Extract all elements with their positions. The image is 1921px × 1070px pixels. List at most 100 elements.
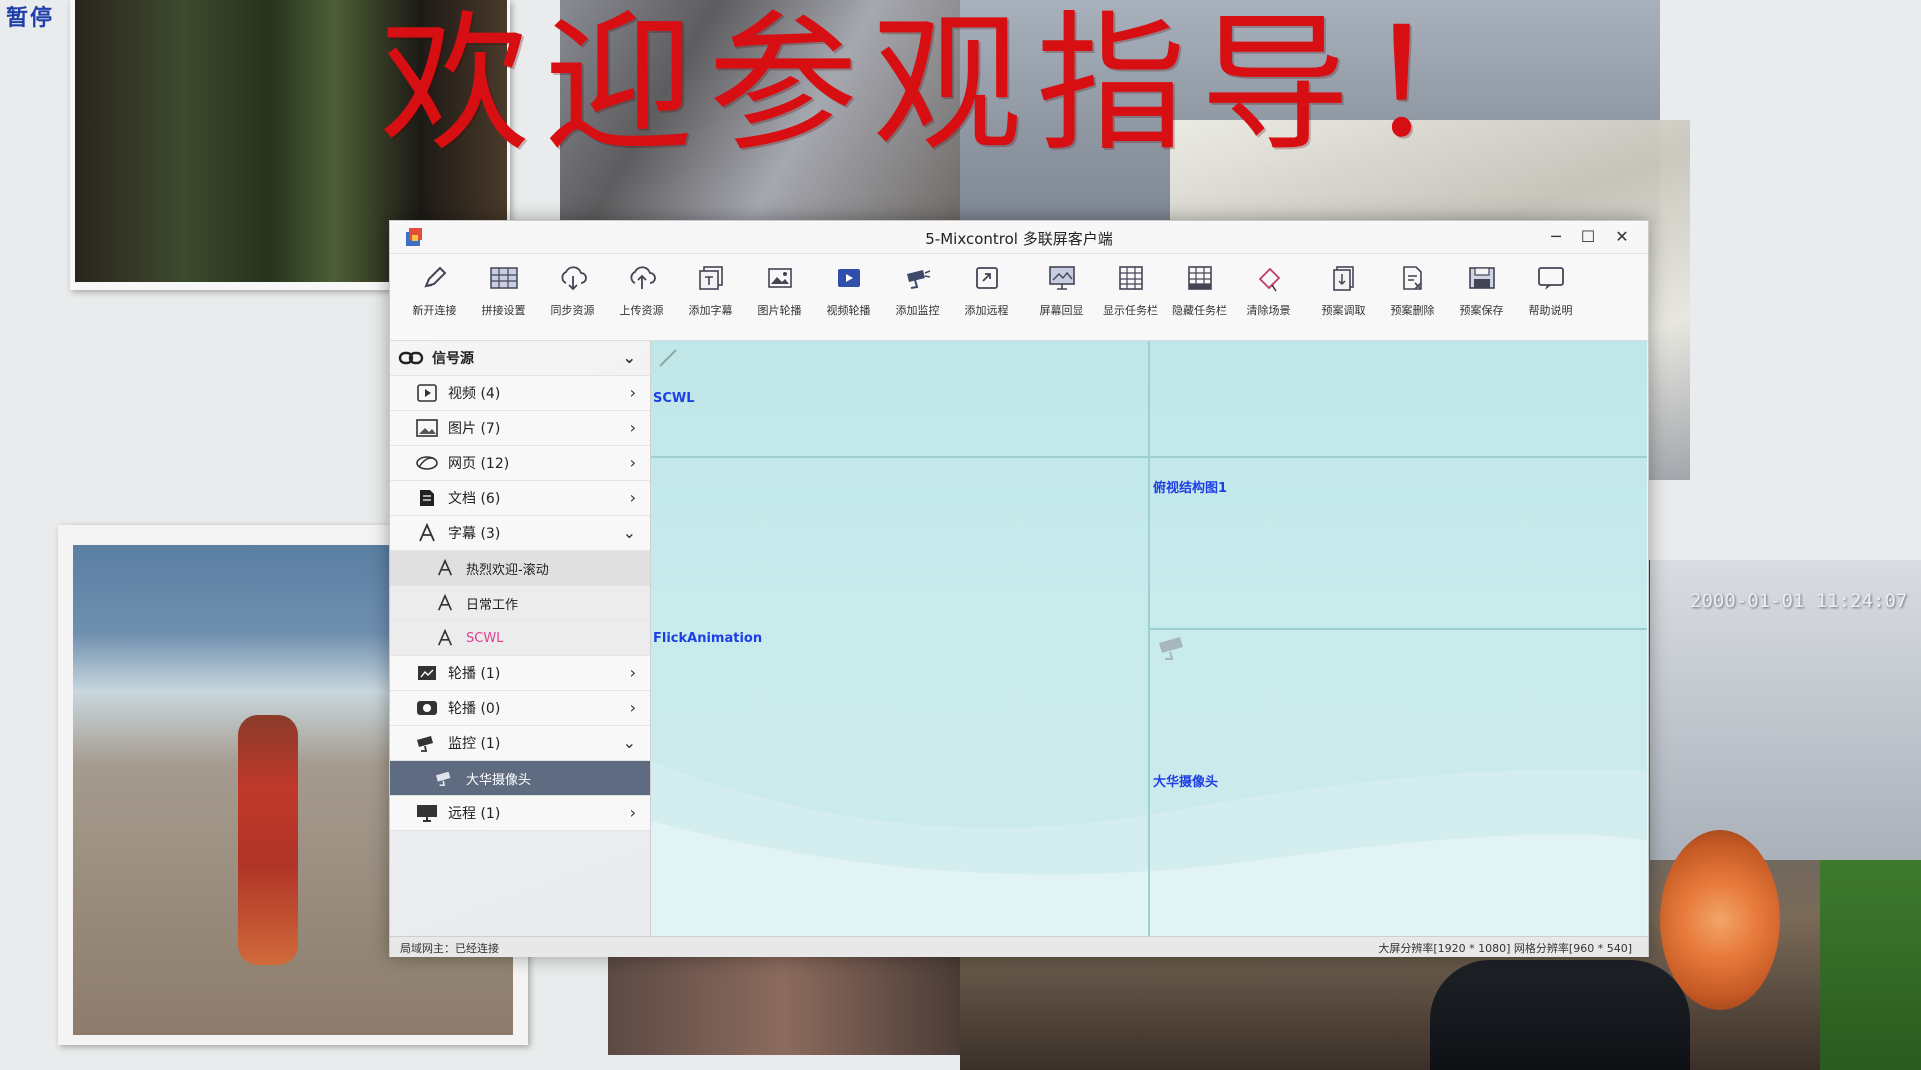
pen-icon	[419, 262, 451, 294]
sidebar-item-web[interactable]: 网页 (12) ›	[390, 446, 650, 481]
sidebar-root-signal-source[interactable]: 信号源 ⌄	[390, 341, 650, 376]
sidebar-item-video-carousel[interactable]: 轮播 (0) ›	[390, 691, 650, 726]
load-plan-button[interactable]: 预案调取	[1309, 254, 1378, 336]
sidebar-item-subtitle[interactable]: 字幕 (3) ⌄	[390, 516, 650, 551]
image-carousel-button[interactable]: 图片轮播	[745, 254, 814, 336]
help-button[interactable]: 帮助说明	[1516, 254, 1585, 336]
chevron-down-icon[interactable]: ⌄	[623, 523, 636, 542]
show-taskbar-button[interactable]: 显示任务栏	[1096, 254, 1165, 336]
window-title: 5-Mixcontrol 多联屏客户端	[925, 230, 1113, 248]
font-icon	[414, 522, 440, 544]
chevron-right-icon[interactable]: ›	[630, 383, 636, 402]
grid-divider-horizontal-right	[1150, 628, 1647, 630]
chevron-right-icon[interactable]: ›	[630, 453, 636, 472]
document-icon	[414, 487, 440, 509]
toolbar: 新开连接 拼接设置 同步资源 上传资源 添加字幕 图片轮播 视频轮播 添加监控 …	[390, 254, 1648, 341]
font-icon	[432, 592, 458, 614]
sidebar-item-label: 监控 (1)	[448, 736, 501, 752]
monitor-icon	[414, 802, 440, 824]
app-window: 5-Mixcontrol 多联屏客户端 ─ ☐ ✕ 新开连接 拼接设置 同步资源	[389, 220, 1649, 957]
toolbar-label: 显示任务栏	[1103, 304, 1158, 317]
sidebar-item-remote[interactable]: 远程 (1) ›	[390, 796, 650, 831]
toolbar-label: 屏幕回显	[1039, 304, 1084, 317]
sidebar-item-document[interactable]: 文档 (6) ›	[390, 481, 650, 516]
close-icon[interactable]: ✕	[1608, 225, 1636, 249]
screen-layout-canvas[interactable]: SCWL FlickAnimation 俯视结构图1 大华摄像头	[651, 341, 1647, 936]
subtitle-item-welcome-scroll[interactable]: 热烈欢迎-滚动	[390, 551, 650, 586]
save-plan-button[interactable]: 预案保存	[1447, 254, 1516, 336]
zone-label-structure-view[interactable]: 俯视结构图1	[1153, 477, 1227, 496]
subtitle-item-label: 热烈欢迎-滚动	[466, 562, 549, 578]
subtitle-item-label: 日常工作	[466, 597, 519, 613]
photo-bottom-middle	[608, 955, 960, 1055]
toolbar-label: 上传资源	[619, 304, 664, 317]
add-monitor-button[interactable]: 添加监控	[883, 254, 952, 336]
toolbar-label: 添加监控	[895, 304, 940, 317]
clear-scene-button[interactable]: 清除场景	[1234, 254, 1303, 336]
monitor-item-label: 大华摄像头	[466, 772, 532, 788]
carousel-video-icon	[414, 697, 440, 719]
zone-label-dahua-camera[interactable]: 大华摄像头	[1153, 771, 1218, 790]
upload-resources-button[interactable]: 上传资源	[607, 254, 676, 336]
minimize-icon[interactable]: ─	[1542, 225, 1570, 249]
eraser-icon	[1253, 262, 1285, 294]
video-icon	[414, 382, 440, 404]
chevron-down-icon[interactable]: ⌄	[623, 348, 636, 367]
sidebar-item-image-carousel[interactable]: 轮播 (1) ›	[390, 656, 650, 691]
chevron-right-icon[interactable]: ›	[630, 488, 636, 507]
grid-divider-horizontal-top	[651, 456, 1647, 458]
toolbar-label: 预案调取	[1321, 304, 1366, 317]
add-remote-button[interactable]: 添加远程	[952, 254, 1021, 336]
camera-icon	[414, 732, 440, 754]
chevron-right-icon[interactable]: ›	[630, 698, 636, 717]
toolbar-label: 帮助说明	[1528, 304, 1573, 317]
status-connection: 局域网主：已经连接	[400, 942, 499, 955]
splice-settings-button[interactable]: 拼接设置	[469, 254, 538, 336]
sidebar-item-label: 视频 (4)	[448, 386, 501, 402]
webcam-person	[1430, 960, 1690, 1070]
chevron-right-icon[interactable]: ›	[630, 418, 636, 437]
screen-echo-button[interactable]: 屏幕回显	[1027, 254, 1096, 336]
add-subtitle-button[interactable]: 添加字幕	[676, 254, 745, 336]
maximize-icon[interactable]: ☐	[1574, 225, 1602, 249]
cloud-download-icon	[557, 262, 589, 294]
toolbar-label: 预案删除	[1390, 304, 1435, 317]
pause-label: 暂停	[6, 6, 55, 31]
resize-handle-icon[interactable]	[657, 347, 679, 373]
camera-icon	[432, 767, 458, 789]
subtitle-item-daily-work[interactable]: 日常工作	[390, 586, 650, 621]
status-resolution: 大屏分辨率[1920 * 1080] 网格分辨率[960 * 540]	[1378, 942, 1632, 955]
link-icon	[398, 347, 424, 369]
chevron-down-icon[interactable]: ⌄	[623, 733, 636, 752]
chevron-right-icon[interactable]: ›	[630, 803, 636, 822]
cloud-upload-icon	[626, 262, 658, 294]
sidebar-item-label: 文档 (6)	[448, 491, 501, 507]
sidebar-item-monitor[interactable]: 监控 (1) ⌄	[390, 726, 650, 761]
grid-divider-vertical	[1148, 341, 1150, 936]
sidebar-item-label: 远程 (1)	[448, 806, 501, 822]
video-icon	[833, 262, 865, 294]
toolbar-label: 视频轮播	[826, 304, 871, 317]
hide-taskbar-button[interactable]: 隐藏任务栏	[1165, 254, 1234, 336]
sidebar-item-image[interactable]: 图片 (7) ›	[390, 411, 650, 446]
status-bar: 局域网主：已经连接 大屏分辨率[1920 * 1080] 网格分辨率[960 *…	[390, 936, 1648, 957]
chevron-right-icon[interactable]: ›	[630, 663, 636, 682]
image-icon	[764, 262, 796, 294]
zone-label-scwl[interactable]: SCWL	[653, 391, 695, 406]
carousel-icon	[414, 662, 440, 684]
title-bar[interactable]: 5-Mixcontrol 多联屏客户端 ─ ☐ ✕	[390, 221, 1648, 254]
toolbar-label: 图片轮播	[757, 304, 802, 317]
screen-icon	[1046, 262, 1078, 294]
delete-plan-button[interactable]: 预案删除	[1378, 254, 1447, 336]
sidebar-item-video[interactable]: 视频 (4) ›	[390, 376, 650, 411]
sync-resources-button[interactable]: 同步资源	[538, 254, 607, 336]
zone-label-flick-animation[interactable]: FlickAnimation	[653, 631, 762, 646]
monitor-item-dahua-camera[interactable]: 大华摄像头	[390, 761, 650, 796]
image-icon	[414, 417, 440, 439]
taskbar-show-icon	[1115, 262, 1147, 294]
plan-load-icon	[1328, 262, 1360, 294]
video-carousel-button[interactable]: 视频轮播	[814, 254, 883, 336]
subtitle-item-scwl[interactable]: SCWL	[390, 621, 650, 656]
web-icon	[414, 452, 440, 474]
new-connection-button[interactable]: 新开连接	[400, 254, 469, 336]
